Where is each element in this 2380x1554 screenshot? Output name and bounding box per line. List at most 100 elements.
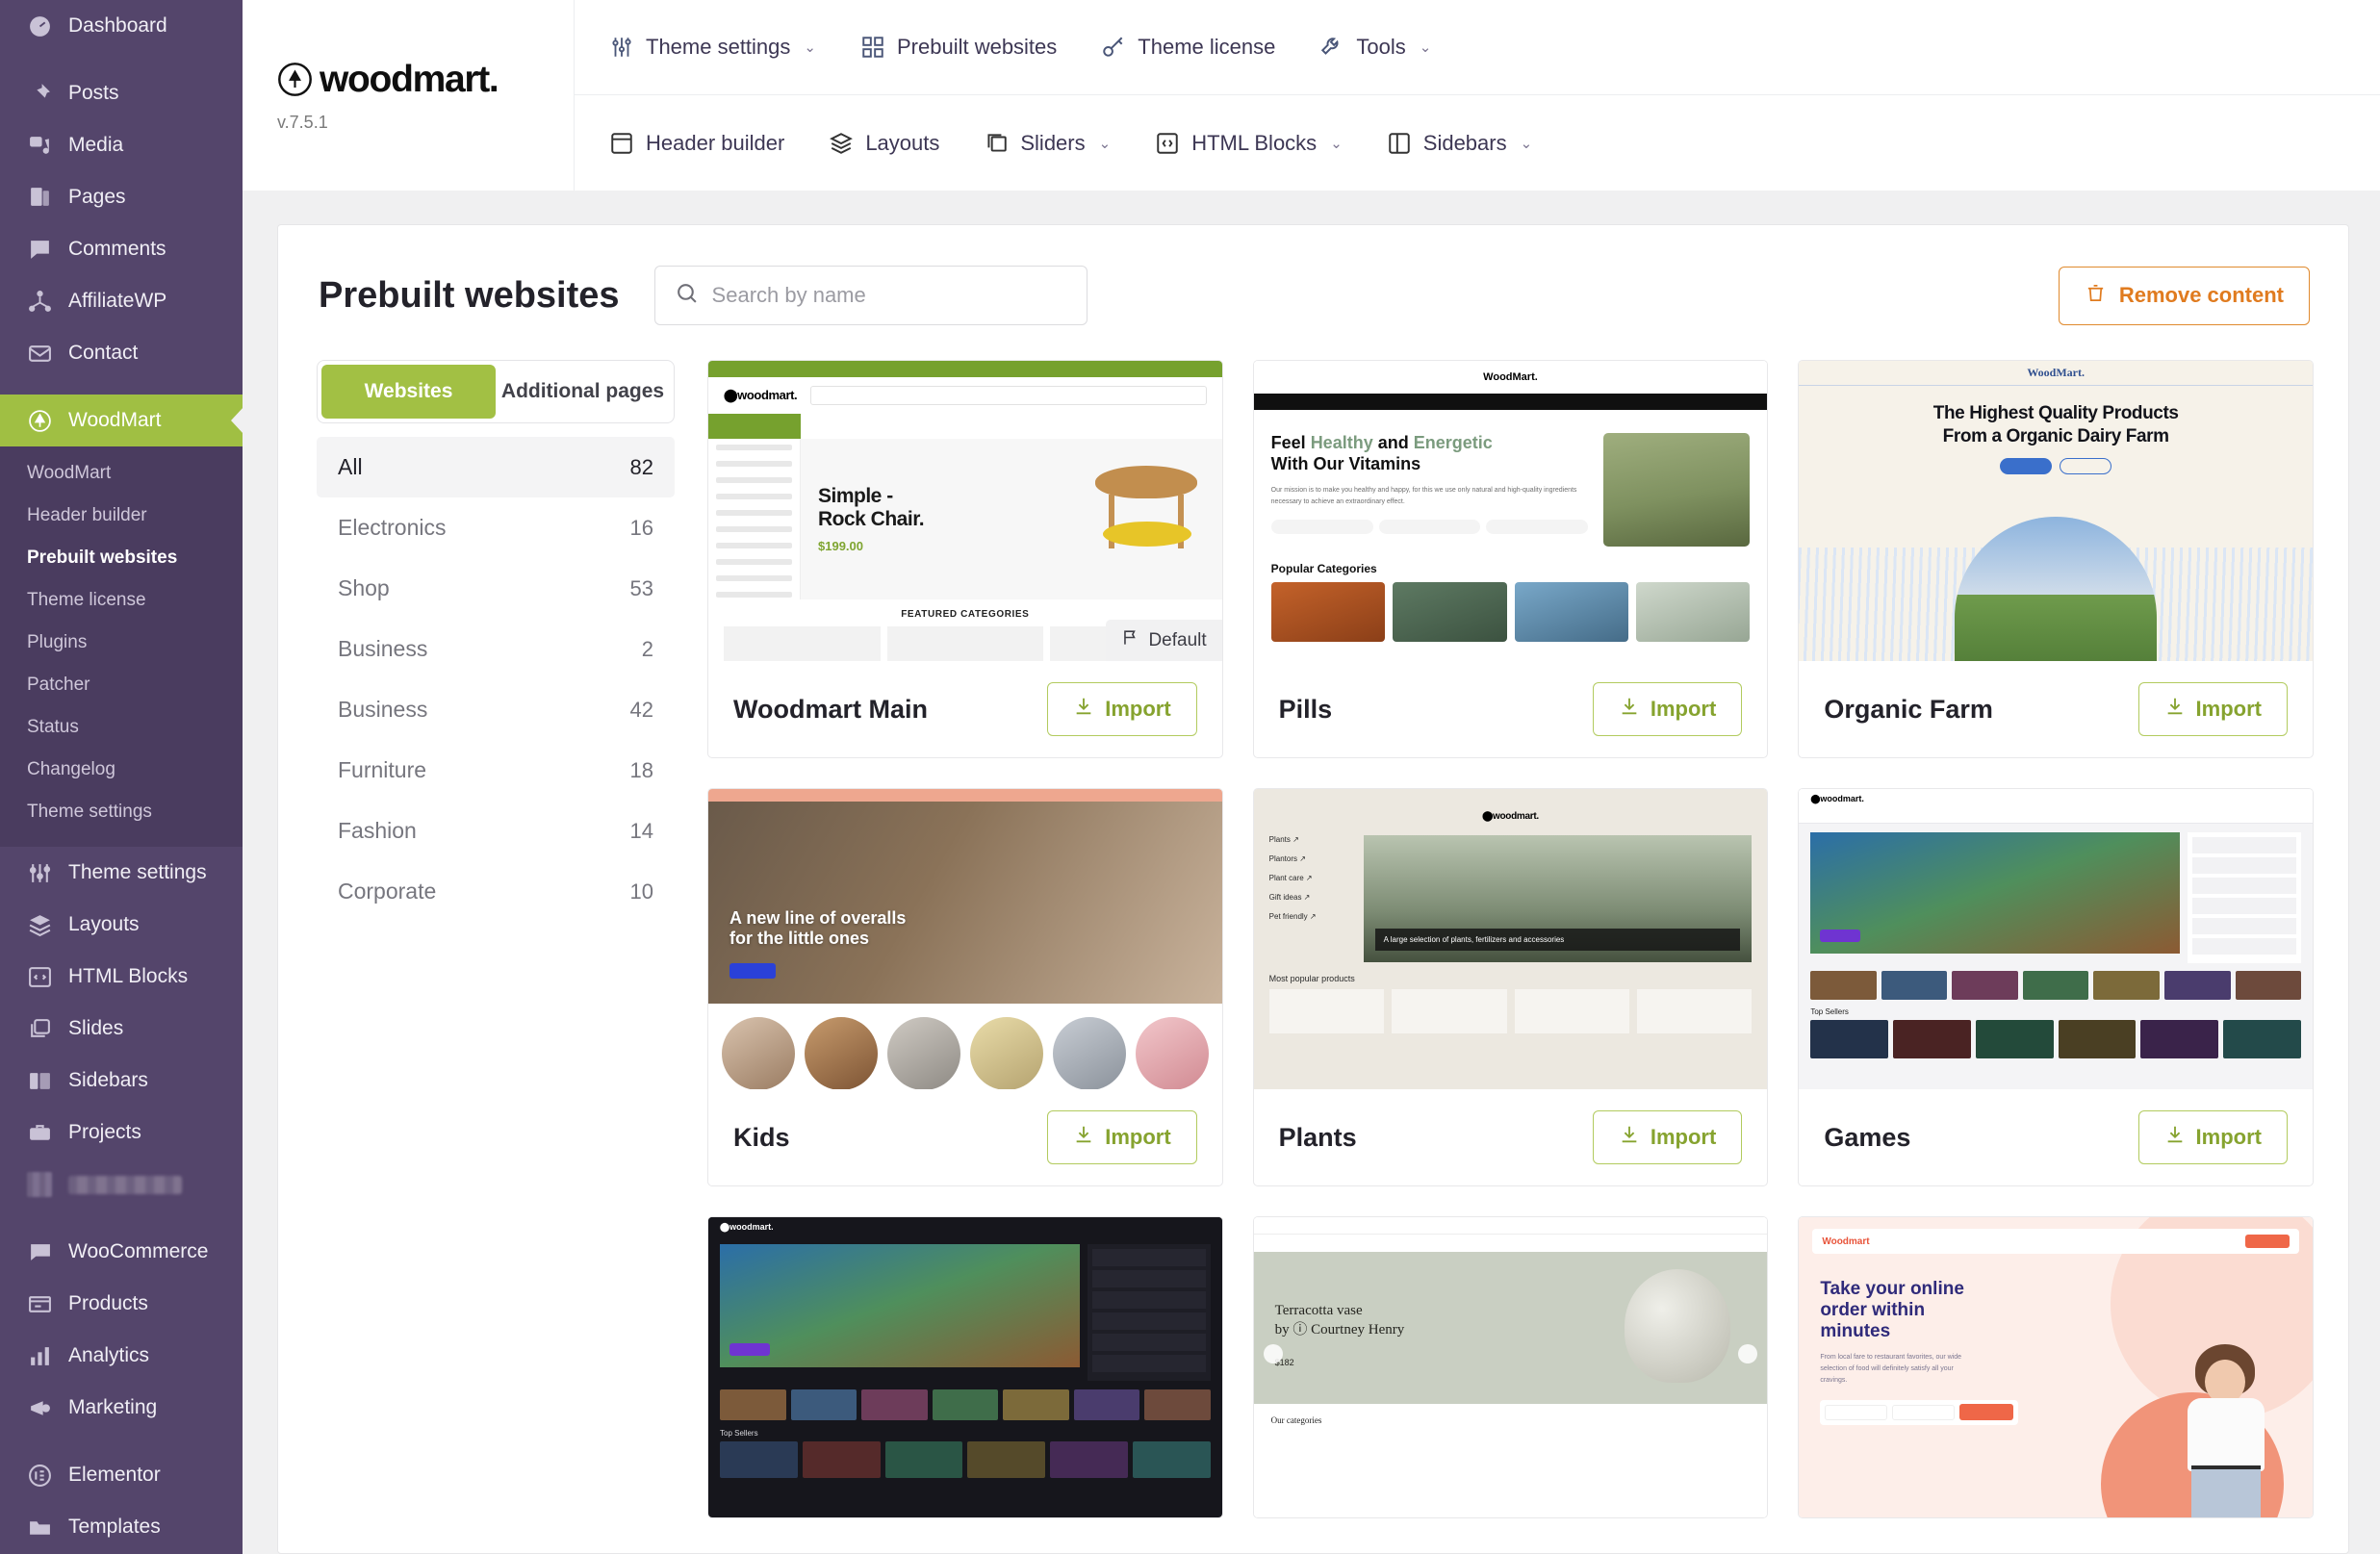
category-label: All <box>338 454 363 480</box>
category-shop[interactable]: Shop 53 <box>317 558 675 619</box>
sidebar-item-media[interactable]: Media <box>0 119 243 171</box>
website-card-games[interactable]: ⬤woodmart. <box>1798 788 2314 1186</box>
preview-topbar <box>708 361 1222 377</box>
website-thumbnail[interactable]: ⬤woodmart. <box>708 361 1222 661</box>
category-all[interactable]: All 82 <box>317 437 675 497</box>
category-business-1[interactable]: Business 2 <box>317 619 675 679</box>
nav-label: Header builder <box>646 131 784 156</box>
sidebar-item-sidebars[interactable]: Sidebars <box>0 1055 243 1107</box>
sidebar-item-html-blocks[interactable]: HTML Blocks <box>0 951 243 1003</box>
website-thumbnail[interactable]: A new line of overallsfor the little one… <box>708 789 1222 1089</box>
media-icon <box>27 133 52 158</box>
website-card-woodmart-main[interactable]: ⬤woodmart. <box>707 360 1223 758</box>
import-button[interactable]: Import <box>2138 1110 2288 1164</box>
next-arrow-icon[interactable] <box>1738 1344 1757 1363</box>
nav-theme-settings[interactable]: Theme settings ⌄ <box>609 35 816 60</box>
analytics-icon <box>27 1343 52 1368</box>
category-corporate[interactable]: Corporate 10 <box>317 861 675 922</box>
sidebar-item-analytics[interactable]: Analytics <box>0 1330 243 1382</box>
submenu-item-plugins[interactable]: Plugins <box>0 622 243 664</box>
sidebar-item-templates[interactable]: Templates <box>0 1501 243 1553</box>
nav-theme-license[interactable]: Theme license <box>1101 35 1275 60</box>
submenu-item-changelog[interactable]: Changelog <box>0 749 243 791</box>
nav-layouts[interactable]: Layouts <box>829 131 939 156</box>
preview-headline-2: Rock Chair. <box>818 508 924 531</box>
submenu-item-header-builder[interactable]: Header builder <box>0 495 243 537</box>
website-card-plants[interactable]: ⬤woodmart. Plants ↗ Plantors ↗ Plant car… <box>1253 788 1769 1186</box>
website-card-kids[interactable]: A new line of overallsfor the little one… <box>707 788 1223 1186</box>
website-card-row3-2[interactable]: Terracotta vaseby ⓘ Courtney Henry $182 … <box>1253 1216 1769 1518</box>
tools-icon <box>1319 35 1344 60</box>
import-button[interactable]: Import <box>2138 682 2288 736</box>
sidebar-item-redacted[interactable] <box>0 1159 243 1210</box>
website-card-row3-3[interactable]: Woodmart Take your online order within m… <box>1798 1216 2314 1518</box>
website-thumbnail[interactable]: Woodmart Take your online order within m… <box>1799 1217 2313 1517</box>
mail-icon <box>27 341 52 366</box>
search-input[interactable] <box>712 283 1067 308</box>
import-button[interactable]: Import <box>1047 1110 1196 1164</box>
sidebar-item-comments[interactable]: Comments <box>0 223 243 275</box>
website-card-row3-1[interactable]: ⬤woodmart. <box>707 1216 1223 1518</box>
sidebar-item-label: Contact <box>68 341 138 365</box>
submenu-item-patcher[interactable]: Patcher <box>0 664 243 706</box>
preview-headline: Simple - <box>818 485 924 508</box>
preview-section-title: Our categories <box>1254 1404 1768 1431</box>
preview-subtext: Our mission is to make you healthy and h… <box>1271 485 1589 508</box>
briefcase-icon <box>27 1120 52 1145</box>
submenu-item-theme-license[interactable]: Theme license <box>0 579 243 622</box>
prev-arrow-icon[interactable] <box>1264 1344 1283 1363</box>
sidebar-item-layouts[interactable]: Layouts <box>0 899 243 951</box>
import-button[interactable]: Import <box>1047 682 1196 736</box>
category-electronics[interactable]: Electronics 16 <box>317 497 675 558</box>
sidebar-item-woodmart[interactable]: WoodMart <box>0 395 243 446</box>
submenu-item-prebuilt-websites[interactable]: Prebuilt websites <box>0 537 243 579</box>
search-box[interactable] <box>654 266 1088 325</box>
website-name: Woodmart Main <box>733 695 928 725</box>
preview-row2 <box>1799 1020 2313 1058</box>
sidebar-item-products[interactable]: Products <box>0 1278 243 1330</box>
sidebar-item-projects[interactable]: Projects <box>0 1107 243 1159</box>
remove-content-button[interactable]: Remove content <box>2059 267 2310 325</box>
theme-logo[interactable]: woodmart. <box>277 59 574 101</box>
nav-prebuilt-websites[interactable]: Prebuilt websites <box>860 35 1057 60</box>
website-thumbnail[interactable]: ⬤woodmart. Plants ↗ Plantors ↗ Plant car… <box>1254 789 1768 1089</box>
nav-html-blocks[interactable]: HTML Blocks ⌄ <box>1155 131 1343 156</box>
preview-logo: WoodMart. <box>2027 366 2085 380</box>
nav-sidebars[interactable]: Sidebars ⌄ <box>1387 131 1532 156</box>
submenu-item-woodmart[interactable]: WoodMart <box>0 452 243 495</box>
website-card-pills[interactable]: WoodMart. Feel Healthy and EnergeticWith… <box>1253 360 1769 758</box>
submenu-item-status[interactable]: Status <box>0 706 243 749</box>
website-thumbnail[interactable]: Terracotta vaseby ⓘ Courtney Henry $182 … <box>1254 1217 1768 1517</box>
sidebar-item-posts[interactable]: Posts <box>0 67 243 119</box>
sidebar-item-contact[interactable]: Contact <box>0 327 243 379</box>
import-button[interactable]: Import <box>1593 1110 1742 1164</box>
sidebar-item-theme-settings[interactable]: Theme settings <box>0 847 243 899</box>
website-thumbnail[interactable]: WoodMart. The Highest Quality Products F… <box>1799 361 2313 661</box>
category-fashion[interactable]: Fashion 14 <box>317 801 675 861</box>
sidebar-item-pages[interactable]: Pages <box>0 171 243 223</box>
websites-grid: ⬤woodmart. <box>707 360 2314 1518</box>
submenu-item-theme-settings[interactable]: Theme settings <box>0 791 243 833</box>
nav-tools[interactable]: Tools ⌄ <box>1319 35 1431 60</box>
category-business-2[interactable]: Business 42 <box>317 679 675 740</box>
nav-sliders[interactable]: Sliders ⌄ <box>984 131 1111 156</box>
website-card-organic-farm[interactable]: WoodMart. The Highest Quality Products F… <box>1798 360 2314 758</box>
sidebar-item-affiliatewp[interactable]: AffiliateWP <box>0 275 243 327</box>
panel-body: Websites Additional pages All 82 Electro… <box>278 360 2348 1518</box>
website-thumbnail[interactable]: ⬤woodmart. <box>708 1217 1222 1517</box>
sidebar-item-dashboard[interactable]: Dashboard <box>0 0 243 52</box>
website-thumbnail[interactable]: ⬤woodmart. <box>1799 789 2313 1089</box>
category-furniture[interactable]: Furniture 18 <box>317 740 675 801</box>
sidebar-item-marketing[interactable]: Marketing <box>0 1382 243 1434</box>
chevron-down-icon: ⌄ <box>804 38 816 56</box>
tab-websites[interactable]: Websites <box>321 365 496 419</box>
nav-header-builder[interactable]: Header builder <box>609 131 784 156</box>
sidebar-item-woocommerce[interactable]: WooCommerce <box>0 1226 243 1278</box>
website-thumbnail[interactable]: WoodMart. Feel Healthy and EnergeticWith… <box>1254 361 1768 661</box>
tab-additional-pages[interactable]: Additional pages <box>496 365 670 419</box>
sidebar-item-slides[interactable]: Slides <box>0 1003 243 1055</box>
sidebar-item-label: Theme settings <box>68 860 207 884</box>
sidebar-item-elementor[interactable]: Elementor <box>0 1449 243 1501</box>
preview-organic-farm: WoodMart. The Highest Quality Products F… <box>1799 361 2313 661</box>
import-button[interactable]: Import <box>1593 682 1742 736</box>
